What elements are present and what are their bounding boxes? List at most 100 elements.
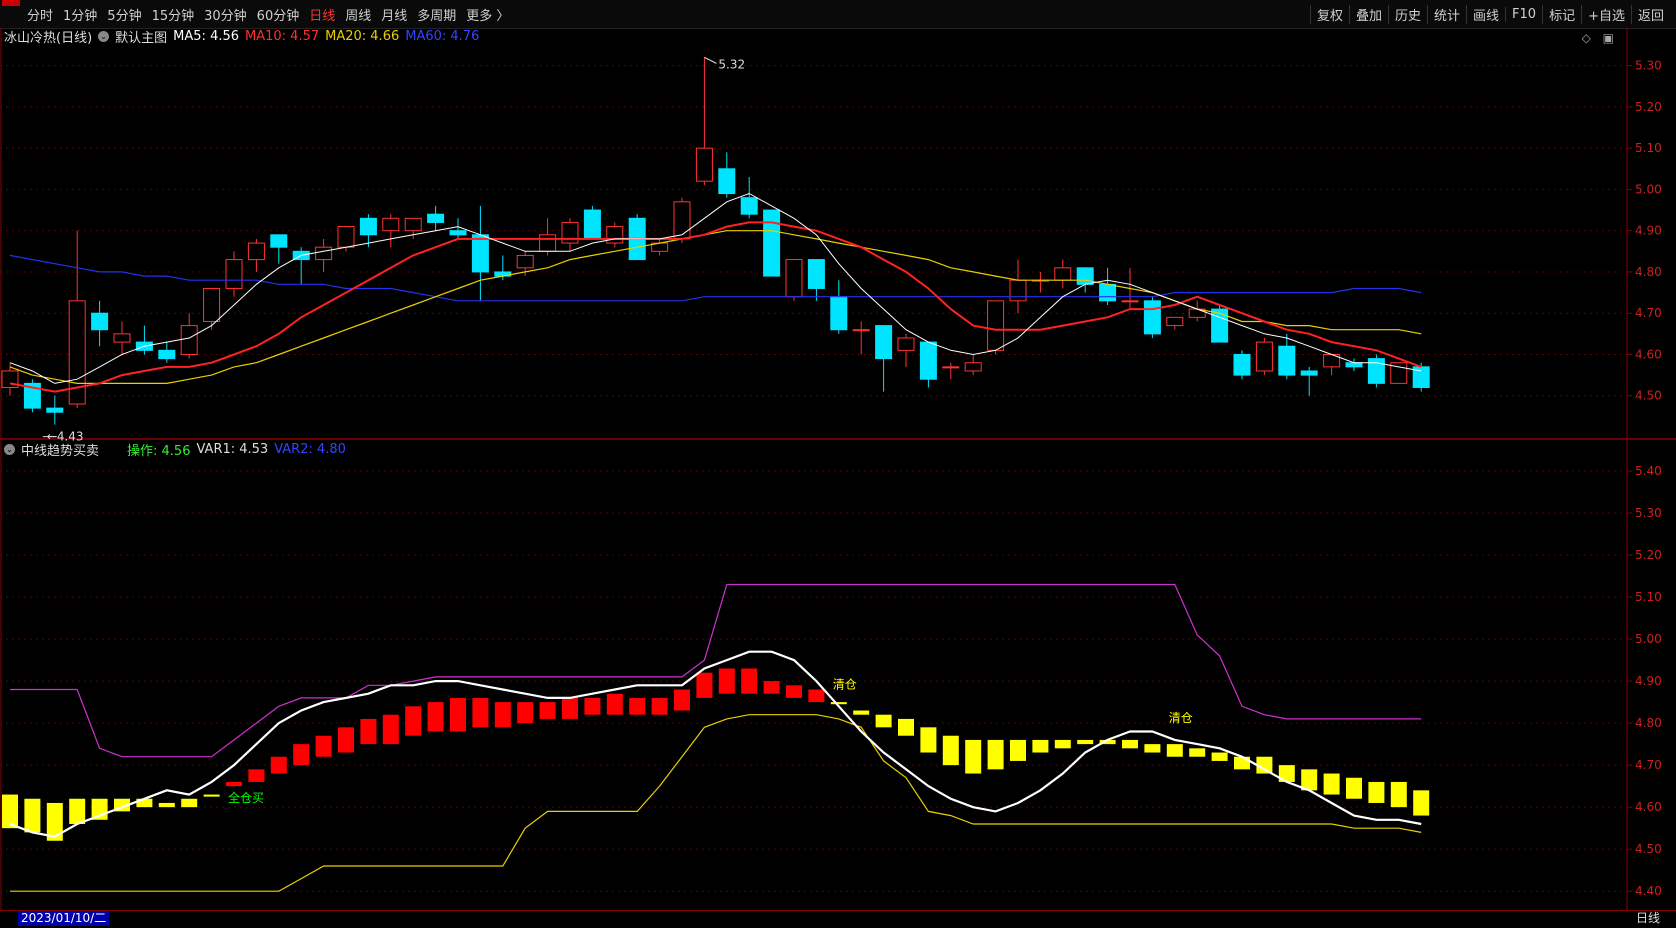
candle [807,259,825,301]
candle-body [180,325,198,355]
signal-bar [741,668,758,694]
candle [539,218,557,256]
main-tick-label: 4.50 [1635,389,1662,403]
candle [763,209,781,277]
signal-bar [1054,739,1071,749]
candle-body [673,201,691,240]
sub-tick-label: 5.40 [1635,464,1662,478]
main-tick-label: 5.00 [1635,182,1662,196]
candle [1412,362,1430,392]
candle [1367,354,1385,388]
candle-body [1255,341,1273,372]
time-axis [0,910,1676,928]
var2-line [10,583,1422,758]
signal-bar [830,702,847,705]
signal-bar [987,739,1004,770]
candle-body [1211,308,1229,343]
candle [225,251,243,297]
period-label: 日线 [1635,911,1660,925]
signal-bar [898,718,914,736]
candle [180,313,198,359]
candle [46,395,64,425]
candle [292,247,310,285]
signal-bar [965,739,982,774]
signal-bar [1368,781,1385,803]
candle-body [1278,345,1296,376]
candle [382,214,400,248]
signal-bar [584,697,601,715]
candle [23,379,41,413]
candle [1323,353,1341,376]
signal-bar [472,697,489,728]
candle [1009,259,1027,314]
candle-body [1054,267,1072,281]
candle-body [225,259,243,289]
candle-body [337,226,355,248]
signal-bar [226,781,242,787]
signal-bar [2,794,18,829]
signal-bar [1189,748,1206,757]
main-tick-label: 4.70 [1635,306,1662,320]
candle [247,238,265,272]
main-tick-label: 5.20 [1635,100,1662,114]
candle [158,342,176,363]
main-tick-label: 4.90 [1635,224,1662,238]
candle-body [1300,370,1318,376]
candle [1233,350,1251,380]
candle [919,341,937,388]
candle-body [404,217,422,232]
candle [427,205,445,231]
signal-bar [786,685,802,698]
signal-bar [270,756,287,774]
candle [875,325,893,392]
candle [695,57,713,186]
signal-bar [248,769,265,782]
ma60-line [9,254,1422,302]
signal-bar [517,702,534,724]
candle-body [763,209,781,277]
signal-bar [1032,739,1049,753]
candle-body [539,234,557,252]
candle [68,230,86,409]
sub-tick-label: 4.90 [1635,674,1662,688]
signal-bar [674,689,690,711]
candle [897,333,915,367]
candle-body [1121,300,1139,303]
chart-canvas[interactable]: 4.50 4.60 4.70 4.80 4.90 5.00 5.10 5.20 5.30 4.40… [0,0,1676,927]
candle [1099,267,1117,305]
signal-bar [382,714,399,745]
op-line [9,650,1422,838]
candle [471,205,489,301]
candle-body [1166,316,1184,327]
signal-bar [718,668,735,694]
candle-body [359,217,377,236]
sub-tick-label: 4.50 [1635,842,1662,856]
candle-body [113,333,131,343]
candle-body [830,296,848,331]
low-label: ←4.43 [47,430,84,444]
candle-body [875,325,893,360]
signal-bar [181,798,198,808]
candle-body [897,337,915,351]
candle-body [695,147,713,182]
signal-bar [1010,739,1026,761]
sell-signal-label: 清仓 [1169,711,1193,725]
signal-bar [315,735,332,757]
candle-body [158,349,176,360]
signal-bar [1390,781,1407,808]
candle [1054,259,1072,289]
candle-body [91,312,109,331]
signal-bar [203,794,220,797]
candle-body [1099,283,1117,302]
candle-body [427,213,445,223]
candle [718,152,736,198]
candle [1166,316,1184,330]
high-label: 5.32 [718,57,745,71]
candle [785,259,803,301]
signal-bar [1166,744,1183,757]
candle [270,234,288,264]
candle-body [942,366,960,369]
candle [942,362,960,380]
candle-body [247,242,265,261]
candle [1300,366,1318,396]
